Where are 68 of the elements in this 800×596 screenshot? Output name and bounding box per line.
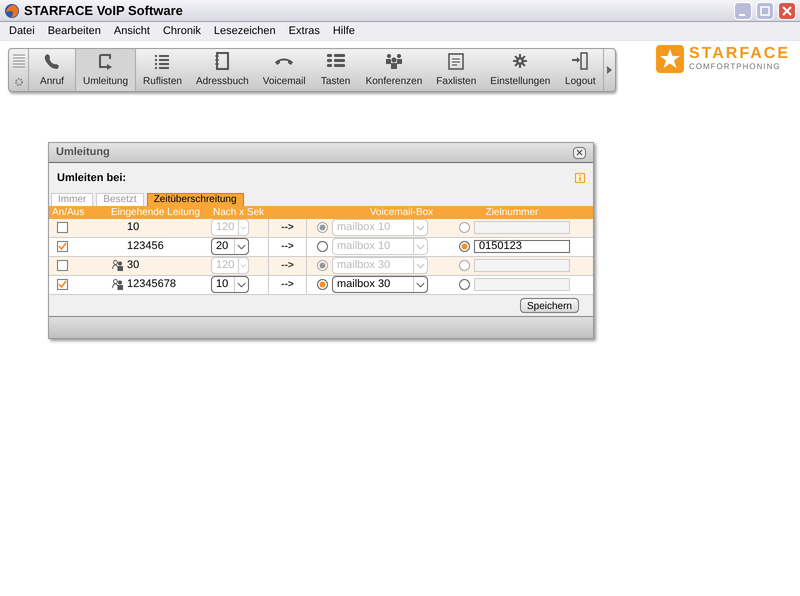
toolbar-button[interactable]: Umleitung	[75, 49, 136, 91]
toolbar-button[interactable]: Ruflisten	[136, 49, 189, 91]
line-number: 12345678	[127, 277, 176, 292]
input-field[interactable]: 0150123	[474, 240, 570, 253]
section-heading: Umleiten bei:	[57, 171, 126, 186]
toolbar-button[interactable]: Konferenzen	[358, 49, 430, 91]
logo-name: STARFACE	[688, 46, 790, 62]
check-icon	[58, 242, 67, 251]
logo-tagline: COMFORTPHONING	[688, 62, 782, 72]
radio-button[interactable]	[459, 241, 470, 252]
radio-button[interactable]	[317, 222, 328, 233]
line-number: 10	[127, 220, 140, 236]
radio-button[interactable]	[459, 222, 470, 233]
input-field[interactable]	[474, 278, 570, 291]
column-header: An/Aus	[51, 206, 86, 220]
checkbox[interactable]	[57, 222, 68, 233]
grip-icon	[12, 53, 26, 69]
browser-icon	[4, 2, 20, 18]
menu-item[interactable]: Bearbeiten	[48, 22, 101, 40]
input-field[interactable]	[474, 259, 570, 272]
menu-item[interactable]: Datei	[9, 22, 35, 40]
scroll-right-icon[interactable]	[606, 65, 614, 75]
menu-item[interactable]: Extras	[288, 22, 320, 40]
radio-button[interactable]	[317, 241, 328, 252]
mailbox-select[interactable]: mailbox 30	[332, 276, 428, 293]
close-icon	[782, 6, 792, 16]
tab[interactable]: Zeitüberschreitung	[146, 192, 244, 206]
toolbar-button[interactable]: Adressbuch	[188, 49, 256, 91]
toolbar-button[interactable]: Logout	[557, 49, 604, 91]
toolbar-button[interactable]: Tasten	[312, 49, 359, 91]
toolbar-button[interactable]: Faxlisten	[429, 49, 484, 91]
arrow-label: -->	[281, 221, 294, 235]
menu-item[interactable]: Lesezeichen	[214, 22, 276, 40]
info-icon[interactable]	[575, 173, 585, 184]
toolbar-button[interactable]: Einstellungen	[483, 49, 558, 91]
checkbox[interactable]	[57, 241, 68, 252]
seconds-select[interactable]: 10	[211, 276, 249, 293]
dialog-title: Umleitung	[56, 145, 110, 160]
line-number: 123456	[127, 239, 164, 254]
column-header: Voicemail-Box	[368, 206, 434, 220]
input-field[interactable]	[474, 221, 570, 234]
handset-icon	[274, 56, 294, 66]
column-header: Eingehende Leitung	[111, 206, 201, 220]
arrow-label: -->	[281, 240, 294, 254]
close-icon	[576, 149, 583, 156]
arrow-label: -->	[281, 278, 294, 292]
minimize-icon	[738, 14, 744, 16]
radio-button[interactable]	[459, 260, 470, 271]
arrow-label: -->	[281, 259, 294, 273]
line-number: 30	[127, 258, 140, 274]
maximize-icon	[760, 6, 770, 16]
radio-button[interactable]	[317, 260, 328, 271]
radio-button[interactable]	[317, 279, 328, 290]
toolbar-button[interactable]: Anruf	[29, 49, 75, 91]
checkbox[interactable]	[57, 260, 68, 271]
radio-button[interactable]	[459, 279, 470, 290]
column-header: Nach x Sek	[212, 206, 266, 220]
seconds-select[interactable]: 20	[211, 238, 249, 255]
menu-item[interactable]: Chronik	[162, 22, 201, 40]
column-header: Zielnummer	[484, 206, 540, 220]
menu-item[interactable]: Ansicht	[114, 22, 150, 40]
close-button[interactable]	[573, 146, 586, 158]
save-button[interactable]: Speichern	[520, 298, 579, 312]
checkbox[interactable]	[57, 279, 68, 290]
check-icon	[58, 280, 67, 289]
menu-item[interactable]: Hilfe	[332, 22, 355, 40]
toolbar-button[interactable]: Voicemail	[256, 49, 313, 91]
window-title: STARFACE VoIP Software	[24, 2, 184, 20]
